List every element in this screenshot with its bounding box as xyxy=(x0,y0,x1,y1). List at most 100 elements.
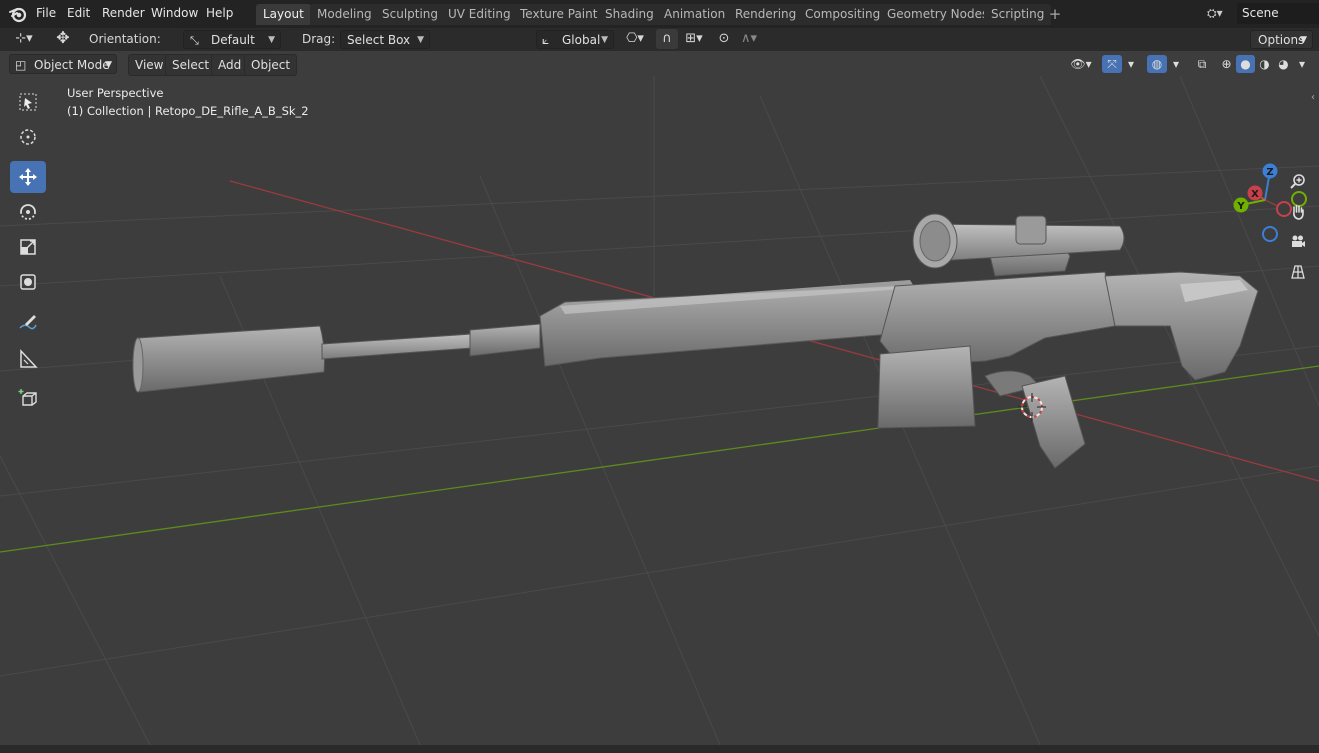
gizmo-neg-z[interactable] xyxy=(1262,226,1278,242)
mode-value: Object Mode xyxy=(34,58,110,72)
global-axis-icon: ⟀ xyxy=(542,33,550,47)
collection-label: (1) Collection | Retopo_DE_Rifle_A_B_Sk_… xyxy=(67,104,309,118)
floor-grid xyxy=(0,76,1319,745)
grid-ortho-icon xyxy=(1291,265,1305,279)
orientation-value: Default xyxy=(211,33,255,47)
scene-selector-icon[interactable]: ⛭▾ xyxy=(1207,6,1235,22)
transform-orientation-dropdown[interactable]: ⟀ Global ▼ xyxy=(536,30,614,49)
measure-tool[interactable] xyxy=(10,343,46,375)
hand-pan-icon xyxy=(1293,204,1304,220)
tab-texture-paint[interactable]: Texture Paint xyxy=(513,4,605,25)
tab-modeling[interactable]: Modeling xyxy=(310,4,379,25)
orientation-dropdown[interactable]: ⤡ Default ▼ xyxy=(183,30,281,49)
tab-layout[interactable]: Layout xyxy=(256,4,311,25)
snap-toggle-icon[interactable]: ∩ xyxy=(656,29,678,49)
add-cube-icon xyxy=(18,389,37,406)
chevron-down-icon[interactable]: ▾ xyxy=(1168,55,1184,73)
mode-dropdown[interactable]: ◰ Object Mode ▼ xyxy=(9,54,117,74)
annotate-tool[interactable] xyxy=(10,306,46,338)
options-label: Options xyxy=(1258,33,1305,47)
orientation-label: Orientation: xyxy=(89,32,161,46)
pivot-point-icon[interactable]: ⎔▾ xyxy=(620,29,650,49)
pan-button[interactable] xyxy=(1286,200,1310,224)
menu-add[interactable]: Add xyxy=(211,54,249,76)
proportional-edit-icon[interactable]: ⊙ xyxy=(714,29,734,49)
gizmo-x-label: X xyxy=(1251,189,1259,200)
menu-select[interactable]: Select xyxy=(165,54,217,76)
status-bar xyxy=(0,745,1319,753)
perspective-label: User Perspective xyxy=(67,86,164,100)
gizmo-z-label: Z xyxy=(1266,167,1273,178)
tab-compositing[interactable]: Compositing xyxy=(798,4,888,25)
drag-value: Select Box xyxy=(347,33,411,47)
menu-object[interactable]: Object xyxy=(244,54,298,76)
transform-pivot-icon[interactable]: ⊹▾ xyxy=(8,29,40,49)
menu-file[interactable]: File xyxy=(30,0,62,28)
blender-logo-icon[interactable] xyxy=(8,5,28,23)
xray-toggle-icon[interactable]: ⧉ xyxy=(1192,55,1212,73)
viewport-canvas[interactable]: Z X Y xyxy=(0,76,1319,745)
select-box-tool[interactable] xyxy=(10,86,46,118)
cursor-icon xyxy=(20,129,36,145)
gizmo-toggle-icon[interactable]: ⤧ xyxy=(1102,55,1122,73)
transform-orientation-value: Global xyxy=(562,33,601,47)
zoom-icon xyxy=(1290,174,1305,189)
menu-edit[interactable]: Edit xyxy=(61,0,96,28)
chevron-down-icon: ▼ xyxy=(105,60,112,70)
tab-animation[interactable]: Animation xyxy=(657,4,733,25)
chevron-down-icon[interactable]: ▾ xyxy=(1123,55,1139,73)
add-cube-tool[interactable] xyxy=(10,382,46,414)
zoom-button[interactable] xyxy=(1286,170,1310,194)
overlay-toggle-icon[interactable]: ◍ xyxy=(1147,55,1167,73)
object-mode-icon: ◰ xyxy=(15,58,27,72)
chevron-down-icon: ▼ xyxy=(268,35,275,45)
measure-icon xyxy=(20,349,38,368)
wireframe-shading-icon[interactable]: ⊕ xyxy=(1217,55,1236,73)
move-tool[interactable] xyxy=(10,161,46,193)
rotate-icon xyxy=(20,204,36,220)
scale-tool[interactable] xyxy=(10,231,46,263)
top-menu-bar: File Edit Render Window Help Layout Mode… xyxy=(0,0,1319,28)
ortho-toggle-button[interactable] xyxy=(1286,260,1310,284)
menu-window[interactable]: Window xyxy=(145,0,204,28)
chevron-down-icon: ▼ xyxy=(1300,35,1307,45)
material-shading-icon[interactable]: ◑ xyxy=(1255,55,1274,73)
cursor-tool[interactable] xyxy=(10,121,46,153)
y-axis-line xyxy=(0,365,1319,553)
move-icon xyxy=(19,168,37,186)
tab-uv-editing[interactable]: UV Editing xyxy=(441,4,518,25)
rifle-model[interactable] xyxy=(132,213,1259,469)
falloff-icon[interactable]: ∧▾ xyxy=(734,29,764,49)
options-dropdown[interactable]: Options ▼ xyxy=(1250,30,1313,49)
sidebar-toggle-icon[interactable]: ‹ xyxy=(1311,92,1315,103)
drag-dropdown[interactable]: Select Box ▼ xyxy=(340,30,430,49)
tab-geometry-nodes[interactable]: Geometry Nodes xyxy=(880,4,996,25)
tab-rendering[interactable]: Rendering xyxy=(728,4,804,25)
tab-shading[interactable]: Shading xyxy=(598,4,661,25)
select-box-icon xyxy=(19,93,37,111)
transform-tool[interactable] xyxy=(10,266,46,298)
camera-view-button[interactable] xyxy=(1286,230,1310,254)
camera-icon xyxy=(1292,235,1305,247)
tab-sculpting[interactable]: Sculpting xyxy=(375,4,446,25)
transform-icon xyxy=(20,274,36,290)
snap-target-icon[interactable]: ⊞▾ xyxy=(678,29,710,49)
chevron-down-icon: ▼ xyxy=(417,35,424,45)
gizmo-y-label: Y xyxy=(1236,201,1245,212)
chevron-down-icon: ▼ xyxy=(601,35,608,45)
drag-label: Drag: xyxy=(302,32,336,46)
solid-shading-icon[interactable]: ● xyxy=(1236,55,1255,73)
rendered-shading-icon[interactable]: ◕ xyxy=(1274,55,1293,73)
chevron-down-icon[interactable]: ▾ xyxy=(1294,55,1310,73)
move-gizmo-icon[interactable]: ✥ xyxy=(50,28,76,48)
visibility-icon[interactable]: 👁▾ xyxy=(1066,55,1096,73)
scale-icon xyxy=(20,239,36,255)
rotate-tool[interactable] xyxy=(10,196,46,228)
menu-help[interactable]: Help xyxy=(200,0,239,28)
annotate-icon xyxy=(19,315,37,330)
tab-scripting[interactable]: Scripting xyxy=(984,4,1052,25)
add-workspace-button[interactable]: + xyxy=(1046,5,1064,24)
scene-name-field[interactable]: Scene xyxy=(1237,3,1319,24)
orientation-icon: ⤡ xyxy=(190,34,199,47)
menu-render[interactable]: Render xyxy=(96,0,151,28)
